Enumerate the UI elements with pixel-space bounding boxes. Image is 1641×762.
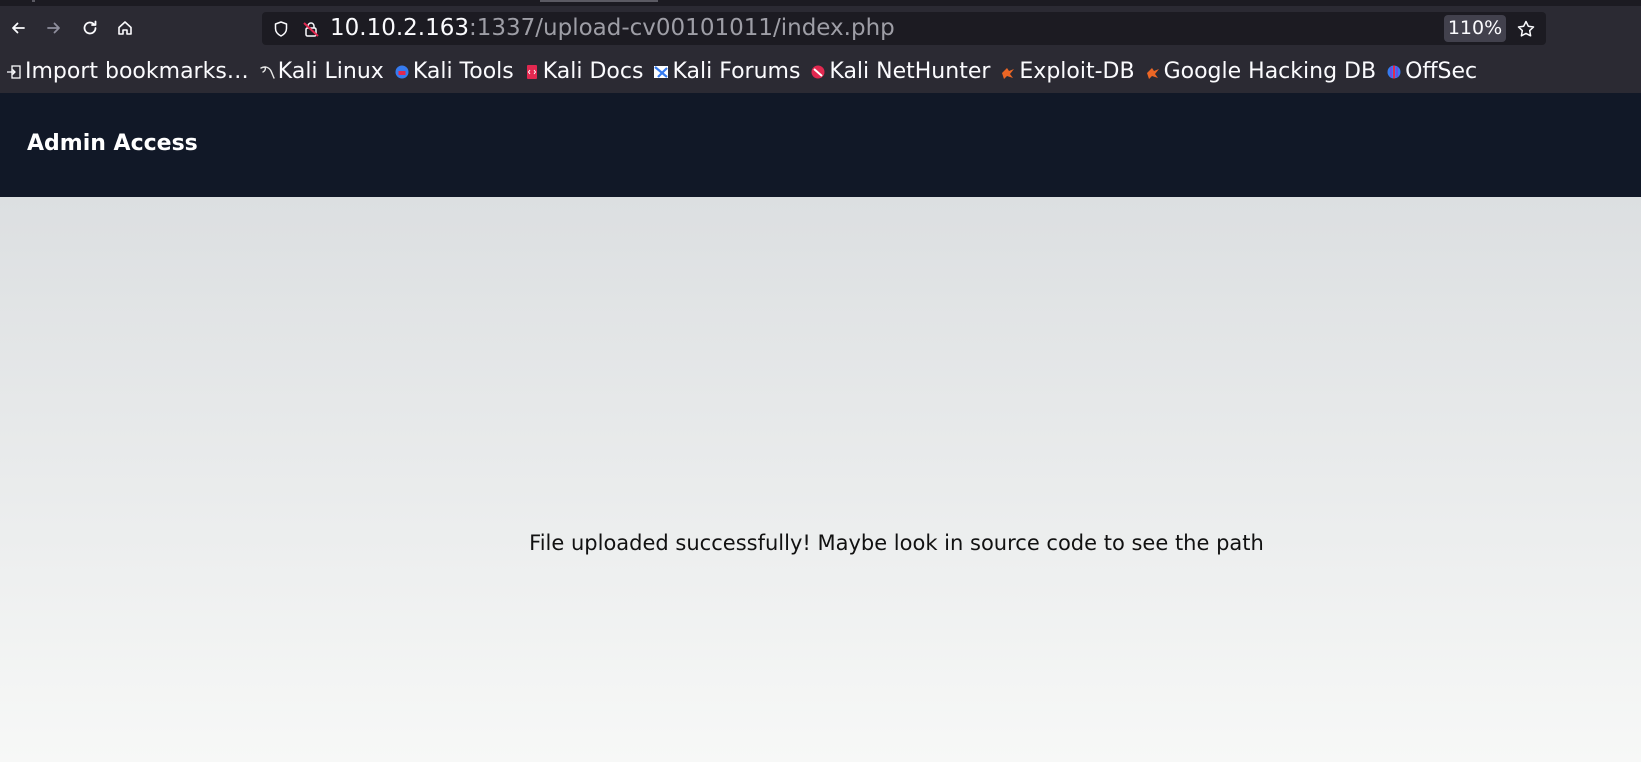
bookmark-label: Google Hacking DB bbox=[1163, 59, 1377, 84]
bookmark-label: Exploit-DB bbox=[1019, 59, 1135, 84]
bookmark-kali-nethunter[interactable]: Kali NetHunter bbox=[810, 59, 990, 84]
navigation-toolbar: 10.10.2.163:1337/upload-cv00101011/index… bbox=[0, 6, 1641, 50]
home-icon bbox=[118, 21, 132, 35]
bookmark-label: Kali Linux bbox=[277, 59, 384, 84]
url-path: :1337/upload-cv00101011/index.php bbox=[469, 15, 895, 41]
bookmark-label: Kali Tools bbox=[412, 59, 514, 84]
offsec-icon bbox=[1387, 65, 1401, 78]
site-header: Admin Access bbox=[0, 93, 1641, 197]
tab-edge bbox=[540, 0, 658, 2]
kali-tools-icon bbox=[395, 65, 409, 78]
shield-icon[interactable] bbox=[272, 20, 290, 38]
bookmark-kali-forums[interactable]: Kali Forums bbox=[653, 59, 800, 84]
bookmark-label: OffSec bbox=[1405, 59, 1478, 84]
bookmark-label: Kali Docs bbox=[542, 59, 644, 84]
home-button[interactable] bbox=[113, 16, 137, 40]
kali-docs-icon bbox=[526, 64, 537, 79]
bookmark-star-icon[interactable] bbox=[1516, 19, 1536, 39]
import-icon bbox=[7, 64, 21, 79]
page-viewport: Admin Access File uploaded successfully!… bbox=[0, 93, 1641, 762]
ghdb-icon bbox=[1146, 67, 1159, 79]
address-bar[interactable]: 10.10.2.163:1337/upload-cv00101011/index… bbox=[262, 12, 1546, 45]
bookmark-label: Kali NetHunter bbox=[829, 59, 991, 84]
bookmarks-toolbar: Import bookmarks… Kali Linux Kali Tools … bbox=[0, 50, 1641, 93]
bookmark-kali-linux[interactable]: Kali Linux bbox=[259, 59, 384, 84]
kali-nethunter-icon bbox=[811, 65, 825, 78]
kali-dragon-icon bbox=[260, 65, 275, 79]
tab-edge bbox=[32, 0, 35, 2]
forward-button[interactable] bbox=[42, 16, 66, 40]
arrow-right-icon bbox=[47, 22, 60, 34]
bookmark-kali-docs[interactable]: Kali Docs bbox=[524, 59, 644, 84]
url-host: 10.10.2.163 bbox=[330, 15, 469, 41]
url-text[interactable]: 10.10.2.163:1337/upload-cv00101011/index… bbox=[330, 15, 895, 42]
main-content: File uploaded successfully! Maybe look i… bbox=[0, 197, 1641, 762]
bookmark-offsec[interactable]: OffSec bbox=[1386, 59, 1477, 84]
insecure-lock-icon[interactable] bbox=[302, 20, 320, 38]
reload-icon bbox=[83, 20, 97, 35]
arrow-left-icon bbox=[12, 22, 25, 34]
bookmark-kali-tools[interactable]: Kali Tools bbox=[394, 59, 514, 84]
bookmark-label: Import bookmarks… bbox=[25, 59, 249, 84]
exploit-db-icon bbox=[1002, 67, 1015, 79]
bookmark-import[interactable]: Import bookmarks… bbox=[6, 59, 249, 84]
bookmark-label: Kali Forums bbox=[672, 59, 801, 84]
bookmark-google-hacking-db[interactable]: Google Hacking DB bbox=[1145, 59, 1376, 84]
reload-button[interactable] bbox=[78, 16, 102, 40]
kali-forums-icon bbox=[654, 65, 669, 78]
upload-status-message: File uploaded successfully! Maybe look i… bbox=[529, 531, 1264, 555]
back-button[interactable] bbox=[6, 16, 30, 40]
bookmark-exploit-db[interactable]: Exploit-DB bbox=[1000, 59, 1135, 84]
zoom-level-button[interactable]: 110% bbox=[1444, 15, 1506, 42]
site-brand: Admin Access bbox=[27, 131, 198, 156]
